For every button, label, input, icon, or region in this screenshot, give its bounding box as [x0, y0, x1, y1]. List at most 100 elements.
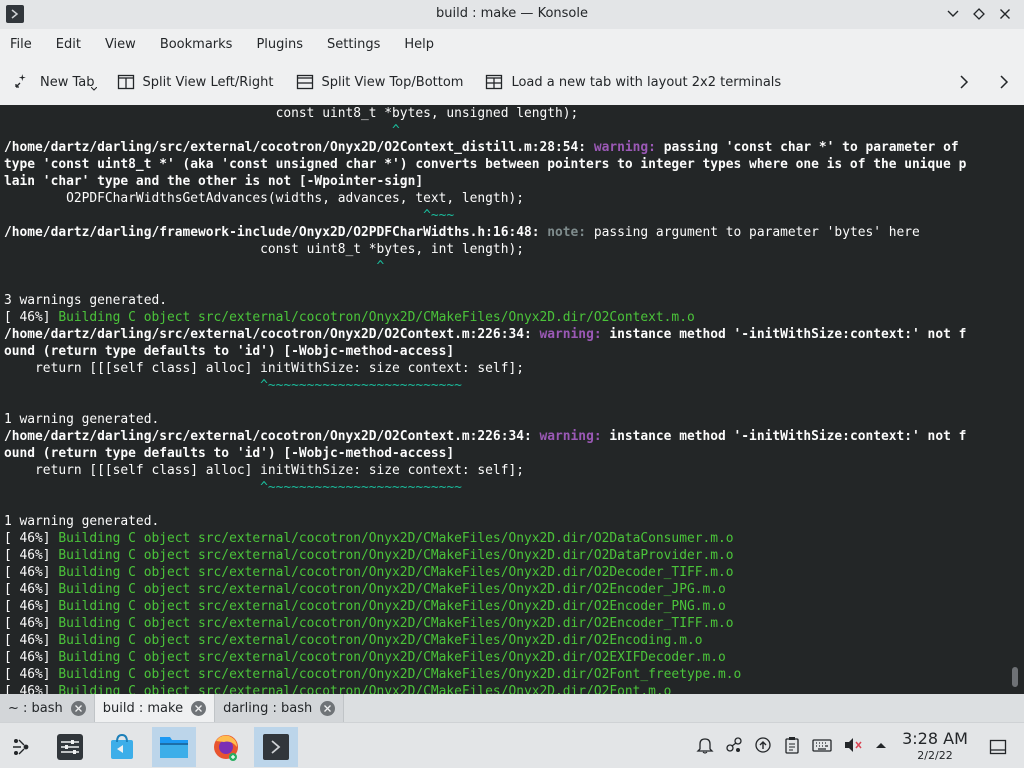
task-file-manager[interactable]	[152, 727, 196, 767]
kde-connect-icon[interactable]	[725, 736, 743, 754]
terminal-text: [ 46%]	[4, 684, 59, 694]
new-tab-button[interactable]: New Tab	[14, 73, 97, 91]
store-bag-icon	[111, 733, 133, 759]
tab-close-button[interactable]	[70, 700, 86, 716]
task-firefox[interactable]	[204, 727, 248, 767]
folder-icon	[160, 737, 188, 758]
terminal-line: [ 46%] Building C object src/external/co…	[4, 564, 1004, 581]
close-window-button[interactable]	[994, 3, 1016, 25]
menu-help[interactable]: Help	[404, 37, 434, 52]
update-notifier-icon[interactable]	[754, 736, 772, 754]
split-view-left-right-label: Split View Left/Right	[142, 74, 274, 90]
terminal-text: type 'const uint8_t *' (aka 'const unsig…	[4, 157, 967, 172]
tab-home-bash[interactable]: ~ : bash	[0, 694, 95, 722]
terminal-line: [ 46%] Building C object src/external/co…	[4, 581, 1004, 598]
menu-settings[interactable]: Settings	[327, 37, 380, 52]
terminal-text: Building C object src/external/cocotron/…	[58, 565, 734, 580]
settings-sliders-icon	[57, 734, 83, 760]
terminal-line: [ 46%] Building C object src/external/co…	[4, 598, 1004, 615]
terminal-text: [ 46%]	[4, 633, 59, 648]
terminal-text: return [[[self class] alloc] initWithSiz…	[4, 361, 524, 376]
terminal-line: const uint8_t *bytes, int length);	[4, 241, 1004, 258]
terminal-text: lain 'char' type and the other is not [-…	[4, 174, 424, 189]
terminal-text: [ 46%]	[4, 616, 59, 631]
show-desktop-icon	[989, 739, 1007, 755]
grid-layout-icon	[486, 74, 503, 90]
task-discover[interactable]	[100, 727, 144, 767]
show-desktop-button[interactable]	[976, 727, 1020, 767]
terminal-text: ound (return type defaults to 'id') [-Wo…	[4, 446, 455, 461]
menu-edit[interactable]: Edit	[56, 37, 81, 52]
toolbar-overflow-button[interactable]	[984, 59, 1024, 105]
tray-expand-icon[interactable]	[874, 736, 888, 754]
terminal-output: const uint8_t *bytes, unsigned length); …	[4, 105, 1004, 694]
terminal-line: ^	[4, 122, 1004, 139]
terminal-text: Building C object src/external/cocotron/…	[58, 667, 742, 682]
keyboard-layout-icon[interactable]	[812, 736, 832, 754]
menu-bookmarks[interactable]: Bookmarks	[160, 37, 233, 52]
clipboard-icon[interactable]	[783, 736, 801, 754]
firefox-icon	[214, 735, 238, 761]
terminal-text: const uint8_t *bytes, unsigned length);	[4, 106, 579, 121]
split-view-top-bottom-button[interactable]: Split View Top/Bottom	[296, 73, 463, 91]
terminal-icon	[263, 734, 289, 760]
volume-muted-icon[interactable]	[843, 736, 863, 754]
terminal-text: Building C object src/external/cocotron/…	[58, 650, 726, 665]
tab-darling-bash[interactable]: darling : bash	[215, 694, 345, 722]
menu-plugins[interactable]: Plugins	[256, 37, 303, 52]
digital-clock[interactable]: 3:28 AM 2/2/22	[896, 729, 974, 763]
menu-view[interactable]: View	[105, 37, 136, 52]
terminal-line: /home/dartz/darling/src/external/cocotro…	[4, 326, 1004, 343]
terminal-text: [ 46%]	[4, 582, 59, 597]
tab-close-button[interactable]	[191, 700, 207, 716]
terminal-text: Building C object src/external/cocotron/…	[58, 616, 734, 631]
terminal-line: [ 46%] Building C object src/external/co…	[4, 683, 1004, 694]
minimize-button[interactable]	[942, 3, 964, 25]
terminal-text: warning:	[539, 429, 610, 444]
terminal-scrollbar[interactable]	[1012, 667, 1018, 687]
terminal-text: [ 46%]	[4, 531, 59, 546]
terminal-line: /home/dartz/darling/src/external/cocotro…	[4, 428, 1004, 445]
tab-build-make[interactable]: build : make	[94, 694, 216, 722]
application-launcher[interactable]	[0, 727, 44, 767]
tab-close-button[interactable]	[320, 700, 336, 716]
terminal-text: const uint8_t *bytes, int length);	[4, 242, 524, 257]
window-title: build : make — Konsole	[436, 6, 588, 21]
layout-2x2-button[interactable]: Load a new tab with layout 2x2 terminals	[485, 73, 781, 91]
terminal-text: O2PDFCharWidthsGetAdvances(widths, advan…	[4, 191, 524, 206]
terminal-text: return [[[self class] alloc] initWithSiz…	[4, 463, 524, 478]
task-konsole[interactable]	[254, 727, 298, 767]
terminal-line: [ 46%] Building C object src/external/co…	[4, 309, 1004, 326]
terminal-line: 1 warning generated.	[4, 513, 1004, 530]
task-system-settings[interactable]	[48, 727, 92, 767]
terminal-line: const uint8_t *bytes, unsigned length);	[4, 105, 1004, 122]
terminal-text: /home/dartz/darling/src/external/cocotro…	[4, 327, 540, 342]
terminal-line: ^~~~~~~~~~~~~~~~~~~~~~~~~~	[4, 479, 1004, 496]
terminal-line: /home/dartz/darling/src/external/cocotro…	[4, 139, 1004, 156]
menu-file[interactable]: File	[10, 37, 32, 52]
clock-time: 3:28 AM	[902, 729, 968, 748]
terminal-text: [ 46%]	[4, 599, 59, 614]
terminal-text: Building C object src/external/cocotron/…	[58, 531, 734, 546]
terminal-text: [ 46%]	[4, 667, 59, 682]
terminal-text: Building C object src/external/cocotron/…	[58, 599, 726, 614]
terminal-line: type 'const uint8_t *' (aka 'const unsig…	[4, 156, 1004, 173]
menu-bar: File Edit View Bookmarks Plugins Setting…	[0, 29, 1024, 59]
terminal-line: 1 warning generated.	[4, 411, 1004, 428]
terminal-text: [ 46%]	[4, 565, 59, 580]
dropdown-arrow-icon	[91, 87, 97, 91]
maximize-button[interactable]	[968, 3, 990, 25]
terminal-text: 1 warning generated.	[4, 412, 160, 427]
tab-label: darling : bash	[223, 700, 313, 716]
toolbar-scroll-next-button[interactable]	[944, 59, 984, 105]
split-view-left-right-button[interactable]: Split View Left/Right	[117, 73, 274, 91]
taskbar: 3:28 AM 2/2/22	[0, 722, 1024, 768]
terminal-line: ^~~~	[4, 207, 1004, 224]
layout-2x2-label: Load a new tab with layout 2x2 terminals	[511, 74, 782, 90]
terminal-text: passing argument to parameter 'bytes' he…	[593, 225, 920, 240]
notification-bell-icon[interactable]	[696, 736, 714, 754]
new-tab-label: New Tab	[40, 74, 95, 90]
terminal-view[interactable]: const uint8_t *bytes, unsigned length); …	[0, 105, 1024, 694]
